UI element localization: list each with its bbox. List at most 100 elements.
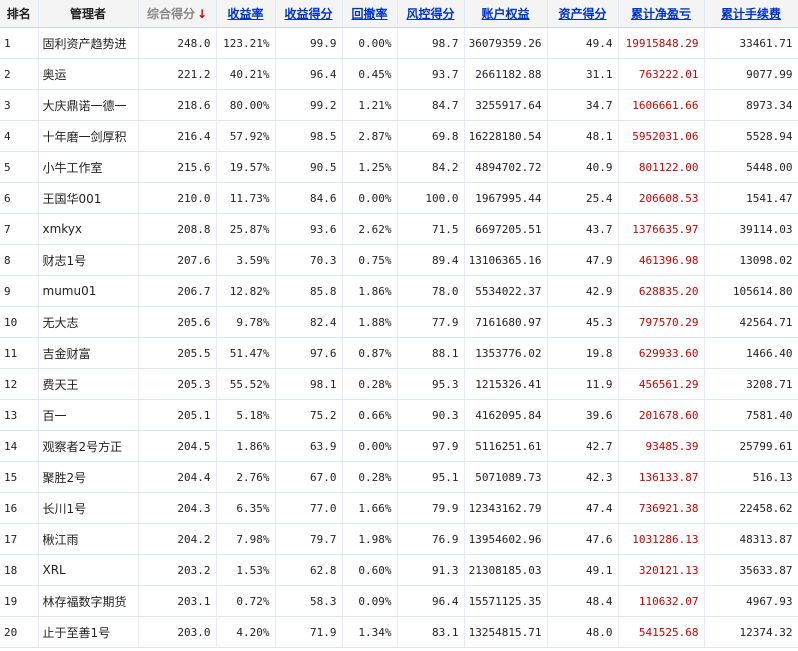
- drawdown-cell: 0.00%: [342, 430, 398, 462]
- equity-cell: 2661182.88: [464, 58, 548, 90]
- manager-name[interactable]: 林存福数字期货: [38, 585, 139, 617]
- rank-cell: 6: [0, 182, 39, 214]
- composite-score-cell: 204.3: [138, 492, 217, 524]
- return-score-cell: 99.9: [275, 27, 343, 59]
- composite-score-cell: 215.6: [138, 151, 217, 183]
- composite-score-cell: 206.7: [138, 275, 217, 307]
- fees-cell: 1541.47: [704, 182, 798, 214]
- risk-score-cell: 83.1: [397, 616, 465, 648]
- fees-cell: 39114.03: [704, 213, 798, 245]
- composite-score-cell: 204.4: [138, 461, 217, 493]
- table-row: 8 财志1号 207.6 3.59% 70.3 0.75% 89.4 13106365.16 4…: [0, 244, 798, 276]
- header-rank: 排名: [0, 0, 39, 28]
- drawdown-cell: 0.00%: [342, 182, 398, 214]
- composite-score-cell: 205.6: [138, 306, 217, 338]
- fees-cell: 12374.32: [704, 616, 798, 648]
- return-rate-cell: 40.21%: [216, 58, 276, 90]
- manager-name[interactable]: 大庆鼎诺一德一: [38, 89, 139, 121]
- rank-cell: 10: [0, 306, 39, 338]
- equity-cell: 15571125.35: [464, 585, 548, 617]
- drawdown-cell: 2.87%: [342, 120, 398, 152]
- header-manager: 管理者: [38, 0, 139, 28]
- manager-name[interactable]: 止于至善1号: [38, 616, 139, 648]
- return-rate-cell: 123.21%: [216, 27, 276, 59]
- rank-cell: 11: [0, 337, 39, 369]
- drawdown-cell: 0.00%: [342, 27, 398, 59]
- fees-cell: 13098.02: [704, 244, 798, 276]
- header-row: 排名 管理者 综合得分 ↓ 收益率 收益得分 回撤率 风控得分 账户权益 资产得分…: [0, 0, 798, 28]
- manager-name[interactable]: 财志1号: [38, 244, 139, 276]
- risk-score-cell: 88.1: [397, 337, 465, 369]
- manager-name[interactable]: 小牛工作室: [38, 151, 139, 183]
- asset-score-cell: 48.4: [547, 585, 619, 617]
- manager-name[interactable]: 固利资产趋势进: [38, 27, 139, 59]
- asset-score-cell: 48.0: [547, 616, 619, 648]
- net-pl-cell: 456561.29: [618, 368, 705, 400]
- table-body: 1 固利资产趋势进 248.0 123.21% 99.9 0.00% 98.7 3607935…: [0, 27, 798, 648]
- manager-name[interactable]: 十年磨一剑厚积: [38, 120, 139, 152]
- return-score-cell: 96.4: [275, 58, 343, 90]
- drawdown-cell: 0.45%: [342, 58, 398, 90]
- manager-name[interactable]: 观察者2号方正: [38, 430, 139, 462]
- manager-name[interactable]: 无大志: [38, 306, 139, 338]
- sort-net-pl-link[interactable]: 累计净盈亏: [618, 0, 705, 28]
- rank-cell: 19: [0, 585, 39, 617]
- sort-return-rate-link[interactable]: 收益率: [216, 0, 276, 28]
- rank-cell: 8: [0, 244, 39, 276]
- return-rate-cell: 3.59%: [216, 244, 276, 276]
- sort-asset-score-link[interactable]: 资产得分: [547, 0, 619, 28]
- return-rate-cell: 9.78%: [216, 306, 276, 338]
- sort-drawdown-link[interactable]: 回撤率: [342, 0, 398, 28]
- net-pl-cell: 629933.60: [618, 337, 705, 369]
- table-row: 15 聚胜2号 204.4 2.76% 67.0 0.28% 95.1 5071089.73 4…: [0, 461, 798, 493]
- sort-fees-link[interactable]: 累计手续费: [704, 0, 798, 28]
- table-row: 6 王国华001 210.0 11.73% 84.6 0.00% 100.0 1967995.…: [0, 182, 798, 214]
- rank-cell: 1: [0, 27, 39, 59]
- return-score-cell: 77.0: [275, 492, 343, 524]
- rank-cell: 20: [0, 616, 39, 648]
- asset-score-cell: 45.3: [547, 306, 619, 338]
- sort-equity-link[interactable]: 账户权益: [464, 0, 548, 28]
- composite-score-cell: 204.2: [138, 523, 217, 555]
- equity-cell: 4894702.72: [464, 151, 548, 183]
- sort-composite-score-link[interactable]: 综合得分 ↓: [138, 0, 217, 28]
- sort-return-score-link[interactable]: 收益得分: [275, 0, 343, 28]
- return-score-cell: 75.2: [275, 399, 343, 431]
- drawdown-cell: 0.75%: [342, 244, 398, 276]
- asset-score-cell: 31.1: [547, 58, 619, 90]
- header-label: 账户权益: [481, 7, 530, 21]
- return-score-cell: 58.3: [275, 585, 343, 617]
- manager-name[interactable]: mumu01: [38, 275, 139, 307]
- manager-name[interactable]: 聚胜2号: [38, 461, 139, 493]
- return-rate-cell: 19.57%: [216, 151, 276, 183]
- asset-score-cell: 11.9: [547, 368, 619, 400]
- fees-cell: 9077.99: [704, 58, 798, 90]
- fees-cell: 5528.94: [704, 120, 798, 152]
- manager-name[interactable]: 奥运: [38, 58, 139, 90]
- asset-score-cell: 47.4: [547, 492, 619, 524]
- table-row: 16 长川1号 204.3 6.35% 77.0 1.66% 79.9 12343162.79…: [0, 492, 798, 524]
- sort-risk-score-link[interactable]: 风控得分: [397, 0, 465, 28]
- fees-cell: 516.13: [704, 461, 798, 493]
- composite-score-cell: 221.2: [138, 58, 217, 90]
- equity-cell: 5116251.61: [464, 430, 548, 462]
- table-row: 18 XRL 203.2 1.53% 62.8 0.60% 91.3 21308185.03 4…: [0, 554, 798, 586]
- manager-name[interactable]: 楸江雨: [38, 523, 139, 555]
- manager-name[interactable]: 吉金财富: [38, 337, 139, 369]
- manager-name[interactable]: 王国华001: [38, 182, 139, 214]
- table-row: 17 楸江雨 204.2 7.98% 79.7 1.98% 76.9 13954602.96 4…: [0, 523, 798, 555]
- manager-name[interactable]: 长川1号: [38, 492, 139, 524]
- return-score-cell: 93.6: [275, 213, 343, 245]
- table-row: 20 止于至善1号 203.0 4.20% 71.9 1.34% 83.1 13254815.…: [0, 616, 798, 648]
- net-pl-cell: 206608.53: [618, 182, 705, 214]
- drawdown-cell: 2.62%: [342, 213, 398, 245]
- manager-name[interactable]: XRL: [38, 554, 139, 586]
- fees-cell: 22458.62: [704, 492, 798, 524]
- manager-name[interactable]: xmkyx: [38, 213, 139, 245]
- equity-cell: 12343162.79: [464, 492, 548, 524]
- table-row: 5 小牛工作室 215.6 19.57% 90.5 1.25% 84.2 4894702.72…: [0, 151, 798, 183]
- manager-name[interactable]: 费天王: [38, 368, 139, 400]
- composite-score-cell: 204.5: [138, 430, 217, 462]
- composite-score-cell: 205.3: [138, 368, 217, 400]
- manager-name[interactable]: 百一: [38, 399, 139, 431]
